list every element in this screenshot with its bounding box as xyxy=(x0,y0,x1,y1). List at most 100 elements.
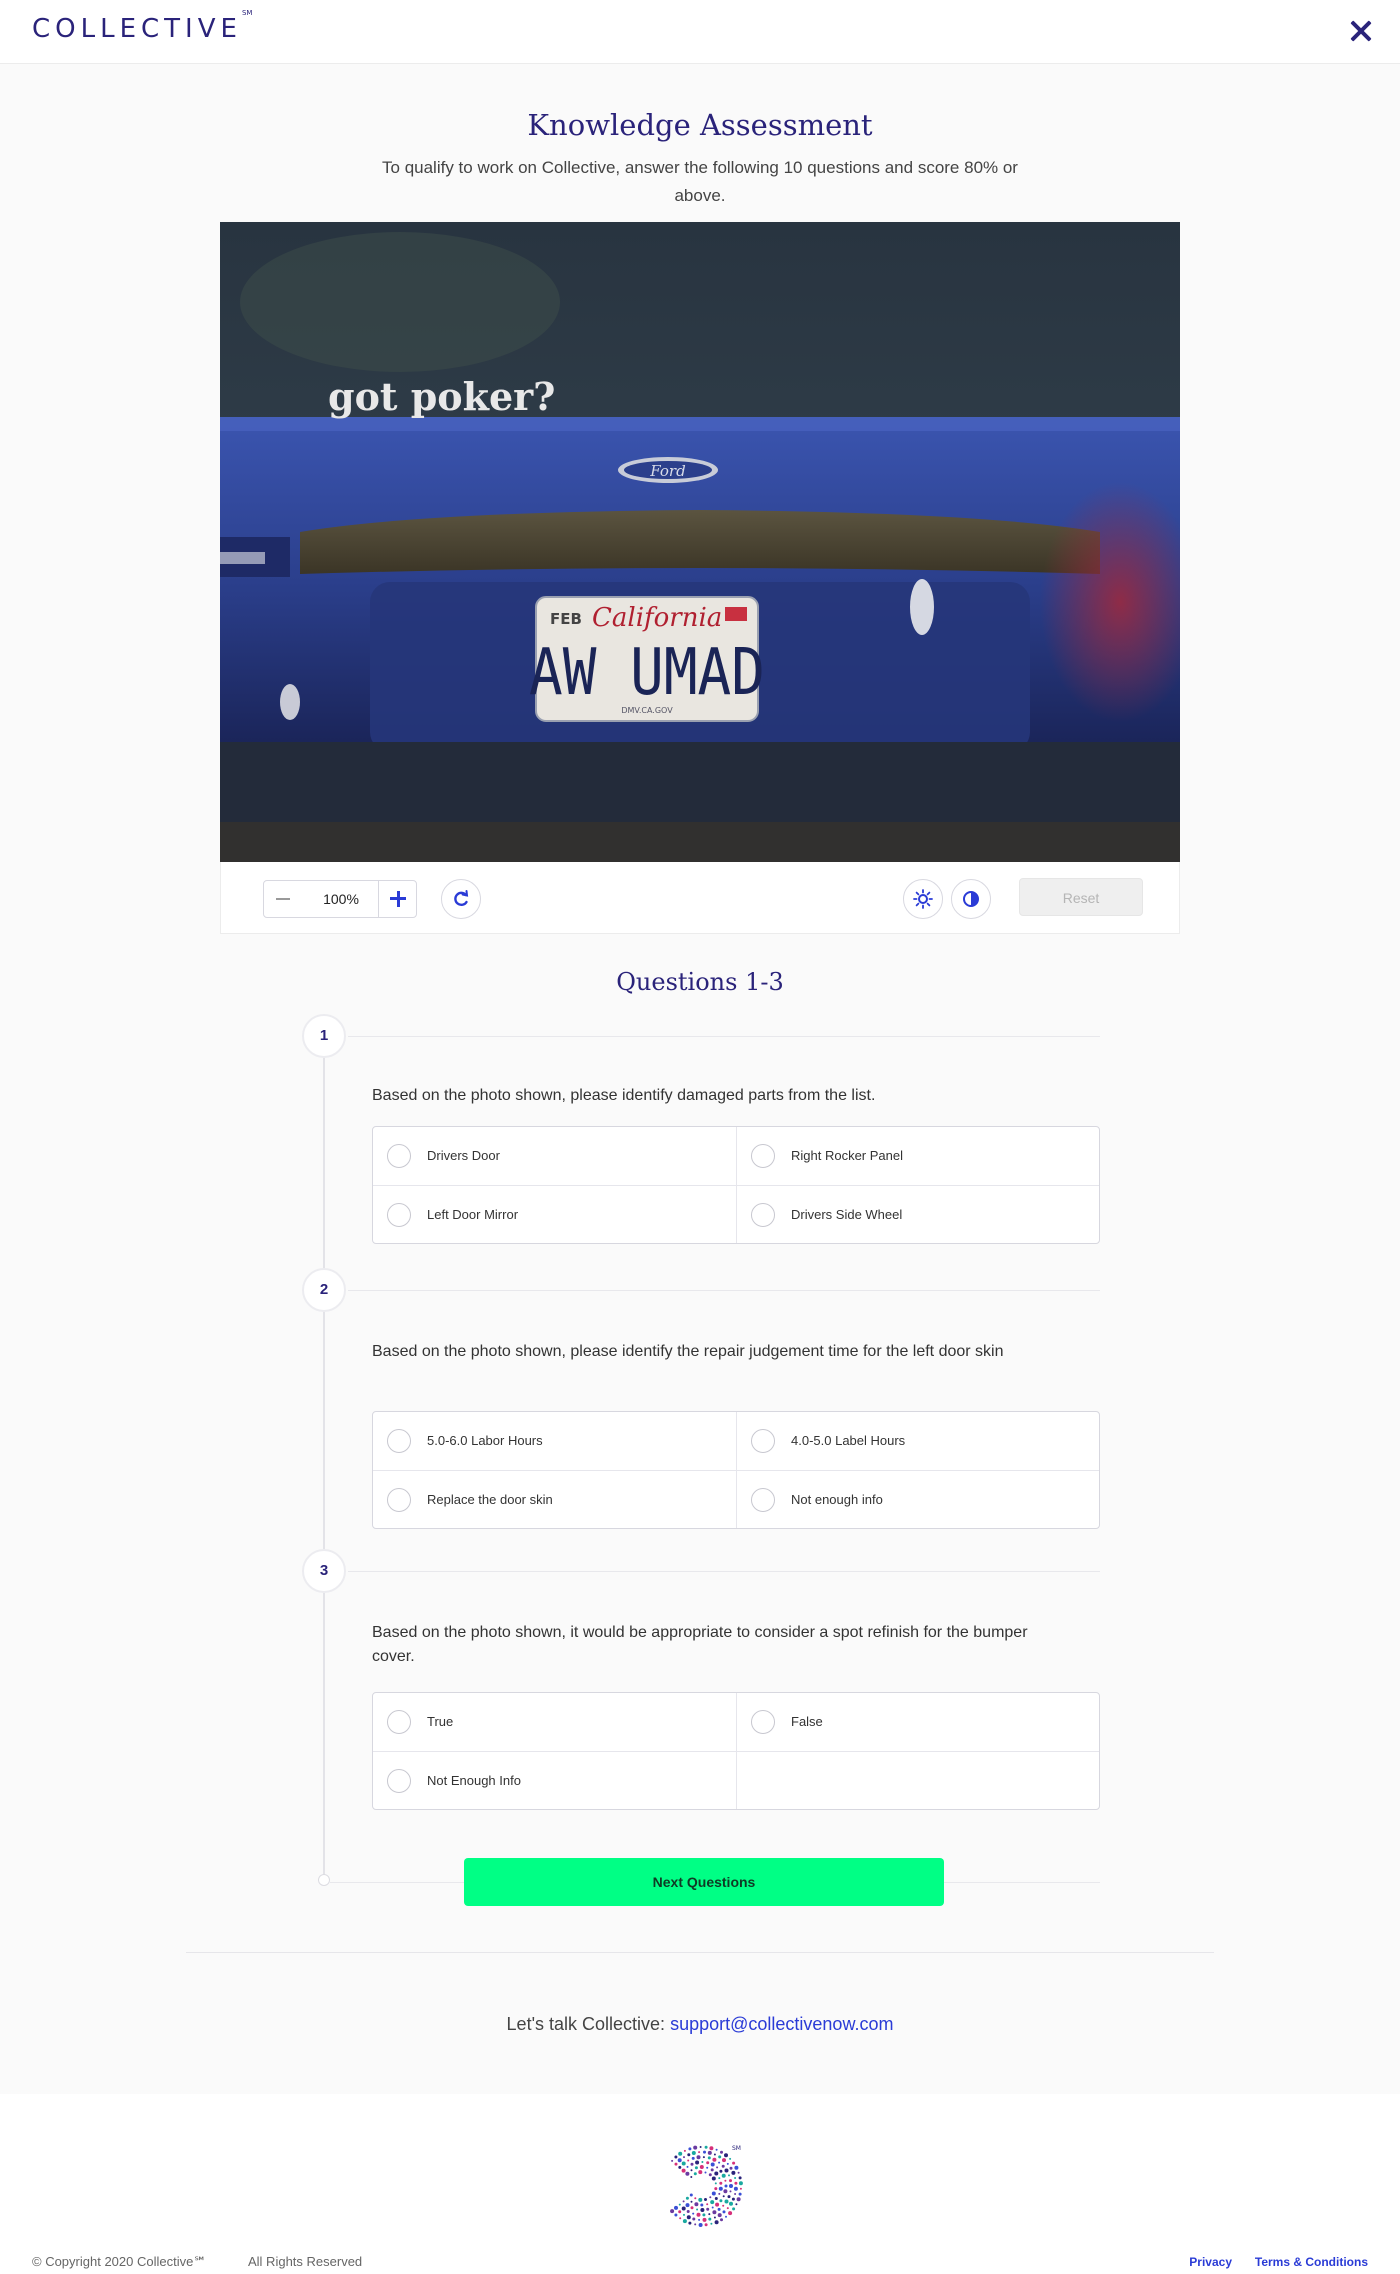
reset-button[interactable]: Reset xyxy=(1019,878,1143,916)
question-text: Based on the photo shown, it would be ap… xyxy=(372,1624,1028,1665)
logo-dot xyxy=(716,2166,719,2169)
logo-dot xyxy=(688,2147,692,2151)
radio-button[interactable] xyxy=(751,1429,775,1453)
logo-dot xyxy=(734,2165,739,2170)
logo-dot xyxy=(698,2151,701,2154)
answer-label: Right Rocker Panel xyxy=(791,1148,903,1163)
step-marker: 1 xyxy=(302,1014,346,1058)
logo-dot xyxy=(729,2157,732,2160)
answer-option[interactable]: True xyxy=(373,1693,737,1751)
logo-dot xyxy=(708,2213,711,2216)
rotate-button[interactable] xyxy=(441,879,481,919)
terms-link[interactable]: Terms & Conditions xyxy=(1255,2255,1368,2269)
answer-option[interactable]: Replace the door skin xyxy=(373,1471,737,1529)
brightness-button[interactable] xyxy=(903,879,943,919)
logo-dot xyxy=(717,2207,721,2211)
radio-button[interactable] xyxy=(751,1144,775,1168)
logo-dot xyxy=(685,2196,689,2200)
plate-month: FEB xyxy=(550,610,582,628)
radio-button[interactable] xyxy=(387,1203,411,1227)
rights-text: All Rights Reserved xyxy=(248,2254,363,2269)
logo-dot xyxy=(714,2182,717,2185)
logo-dot xyxy=(692,2212,695,2215)
next-questions-button[interactable]: Next Questions xyxy=(464,1858,944,1906)
logo-dot xyxy=(714,2197,718,2200)
answer-option[interactable]: False xyxy=(737,1693,1101,1751)
plus-icon[interactable] xyxy=(378,881,416,917)
logo-dot xyxy=(698,2223,703,2227)
intro-text: To qualify to work on Collective, answer… xyxy=(382,158,1018,205)
radio-button[interactable] xyxy=(387,1429,411,1453)
logo-dot xyxy=(718,2186,723,2191)
logo-dot xyxy=(690,2162,694,2166)
logo-dot xyxy=(678,2203,681,2206)
answer-label: Replace the door skin xyxy=(427,1492,553,1507)
logo-dot xyxy=(723,2189,728,2194)
logo-dot xyxy=(702,2156,705,2159)
minus-icon[interactable] xyxy=(264,881,302,917)
step-divider xyxy=(348,1290,1100,1291)
close-icon[interactable] xyxy=(1344,14,1378,48)
answer-option[interactable]: 5.0-6.0 Labor Hours xyxy=(373,1412,737,1470)
progress-timeline xyxy=(323,1034,325,1880)
radio-button[interactable] xyxy=(751,1203,775,1227)
logo-dot xyxy=(690,2206,694,2210)
radio-button[interactable] xyxy=(751,1488,775,1512)
radio-button[interactable] xyxy=(387,1144,411,1168)
question-text: Based on the photo shown, please identif… xyxy=(372,1343,1004,1360)
logo-dot xyxy=(681,2161,686,2166)
logo-text: COLLECTIVE xyxy=(32,14,242,44)
logo-dot xyxy=(703,2150,706,2154)
radio-button[interactable] xyxy=(387,1710,411,1734)
answer-option[interactable]: Not enough info xyxy=(737,1471,1101,1529)
radio-button[interactable] xyxy=(387,1769,411,1793)
logo-dot xyxy=(736,2197,741,2202)
logo-dot xyxy=(710,2168,714,2172)
answer-option[interactable]: Drivers Door xyxy=(373,1127,737,1185)
logo-dot xyxy=(717,2213,722,2218)
logo-dot xyxy=(713,2153,716,2156)
sun-icon xyxy=(913,889,933,909)
privacy-link[interactable]: Privacy xyxy=(1189,2255,1232,2269)
logo-dot xyxy=(715,2202,720,2207)
support-email-link[interactable]: support@collectivenow.com xyxy=(670,2014,893,2034)
logo-dot xyxy=(681,2168,686,2173)
logo-dot xyxy=(725,2215,727,2218)
image-toolbar: 100% Reset xyxy=(220,862,1180,934)
logo-dot xyxy=(682,2219,687,2224)
logo-dot xyxy=(726,2162,729,2165)
answer-option[interactable]: Drivers Side Wheel xyxy=(737,1186,1101,1244)
answer-option[interactable]: Not Enough Info xyxy=(373,1752,737,1810)
logo-dot xyxy=(689,2193,693,2197)
vehicle-photo-image: got poker? Ford FEB California AW UMAD D… xyxy=(220,222,1180,862)
answer-label: Not enough info xyxy=(791,1492,883,1507)
radio-button[interactable] xyxy=(387,1488,411,1512)
logo-dot xyxy=(718,2192,721,2195)
logo-dot xyxy=(737,2171,740,2174)
logo-dot xyxy=(711,2206,714,2209)
logo-dot xyxy=(731,2197,735,2201)
logo-dot xyxy=(677,2158,682,2163)
answer-option[interactable]: Right Rocker Panel xyxy=(737,1127,1101,1185)
answer-option[interactable]: 4.0-5.0 Label Hours xyxy=(737,1412,1101,1470)
logo-dot xyxy=(696,2212,701,2217)
logo-dot xyxy=(685,2203,690,2208)
logo-dot xyxy=(711,2191,716,2196)
step-divider xyxy=(348,1571,1100,1572)
logo-dot xyxy=(731,2170,736,2175)
radio-button[interactable] xyxy=(751,1710,775,1734)
answer-label: False xyxy=(791,1714,823,1729)
logo-dot xyxy=(704,2223,708,2227)
answer-label: True xyxy=(427,1714,454,1729)
logo-dot xyxy=(691,2156,695,2160)
answer-option[interactable]: Left Door Mirror xyxy=(373,1186,737,1244)
logo-dot xyxy=(728,2174,730,2177)
contrast-button[interactable] xyxy=(951,879,991,919)
collective-logo[interactable]: COLLECTIVESM xyxy=(32,9,252,44)
questions-heading: Questions 1-3 xyxy=(616,968,784,996)
vehicle-photo[interactable]: got poker? Ford FEB California AW UMAD D… xyxy=(220,222,1180,862)
answer-label: Drivers Side Wheel xyxy=(791,1207,903,1222)
rotate-icon xyxy=(454,890,469,907)
logo-dot xyxy=(735,2203,738,2206)
logo-dot xyxy=(732,2161,736,2165)
